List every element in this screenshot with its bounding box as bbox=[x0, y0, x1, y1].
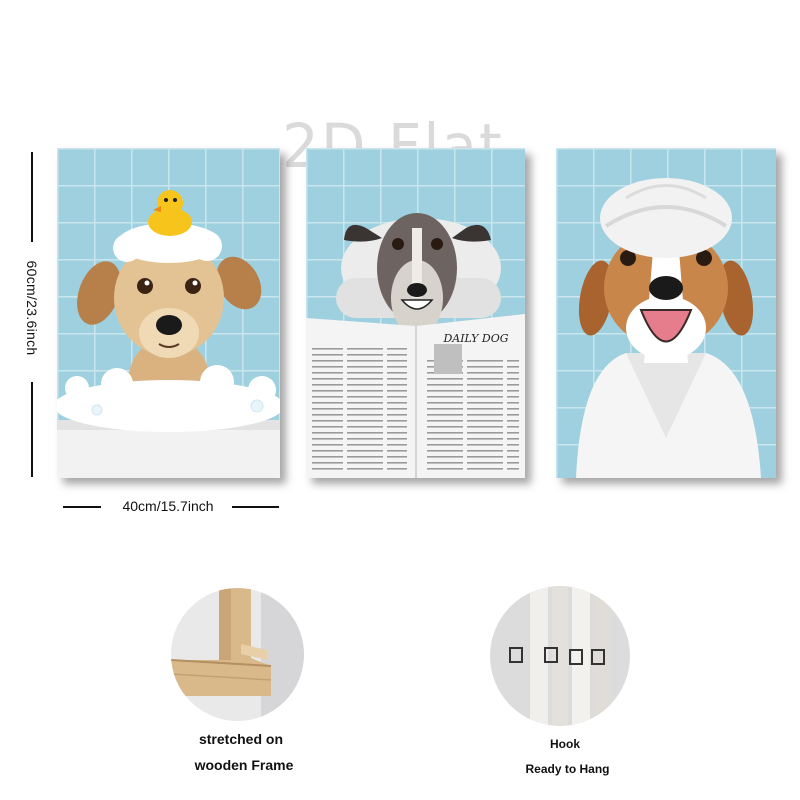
canvas-panel-bubble-bath[interactable] bbox=[57, 148, 280, 478]
bubble-bath-dog-artwork bbox=[57, 148, 280, 478]
newspaper-dog-artwork: DAILY DOG bbox=[306, 148, 525, 478]
towel-robe-dog-artwork bbox=[556, 148, 776, 478]
feature-frame-line-2: wooden Frame bbox=[194, 757, 294, 773]
height-dimension-label: 60cm/23.6inch bbox=[24, 260, 40, 356]
wooden-frame-photo bbox=[171, 588, 304, 721]
width-dimension-label: 40cm/15.7inch bbox=[122, 498, 214, 514]
wooden-frame-icon bbox=[171, 588, 304, 721]
hook-icon bbox=[490, 586, 630, 726]
width-dimension-line-left bbox=[63, 506, 101, 508]
feature-hook-line-1: Hook bbox=[550, 737, 580, 751]
feature-frame-line-1: stretched on bbox=[198, 731, 283, 747]
newspaper-title: DAILY DOG bbox=[442, 332, 508, 345]
width-dimension-line-right bbox=[232, 506, 279, 508]
hook-photo bbox=[490, 586, 630, 726]
canvas-panel-towel-robe[interactable] bbox=[556, 148, 776, 478]
canvas-panel-newspaper[interactable]: DAILY DOG bbox=[306, 148, 525, 478]
feature-hook-line-2: Ready to Hang bbox=[525, 762, 610, 776]
